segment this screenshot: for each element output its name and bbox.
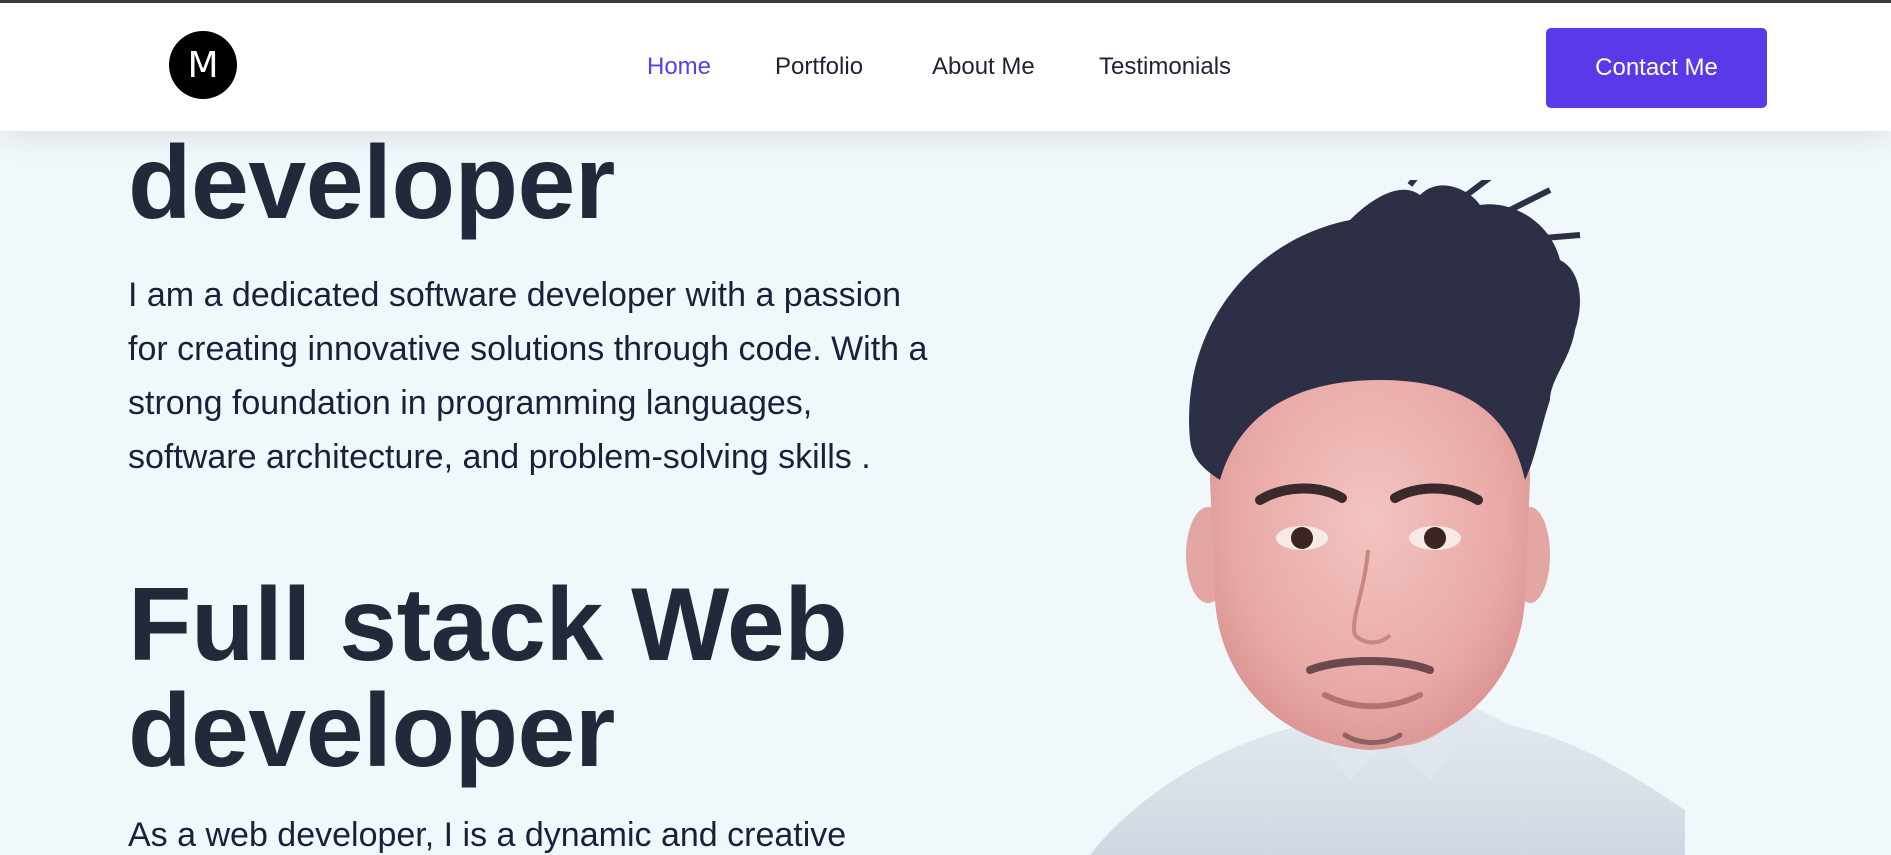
site-header: M Home Portfolio About Me Testimonials C… bbox=[0, 3, 1891, 131]
nav-home[interactable]: Home bbox=[647, 53, 711, 81]
profile-photo bbox=[1090, 180, 1685, 855]
hero-intro-paragraph: I am a dedicated software developer with… bbox=[128, 276, 928, 476]
page: M Home Portfolio About Me Testimonials C… bbox=[0, 0, 1891, 855]
hero-heading-partial: developer bbox=[128, 125, 615, 241]
window-top-border bbox=[0, 0, 1891, 3]
nav-portfolio[interactable]: Portfolio bbox=[775, 53, 863, 81]
nav-about-me[interactable]: About Me bbox=[932, 53, 1035, 81]
hero-heading: Full stack Web developer bbox=[128, 567, 848, 789]
web-dev-paragraph: As a web developer, I is a dynamic and c… bbox=[128, 816, 847, 854]
contact-me-button[interactable]: Contact Me bbox=[1546, 28, 1767, 108]
nav-testimonials[interactable]: Testimonials bbox=[1099, 53, 1231, 81]
